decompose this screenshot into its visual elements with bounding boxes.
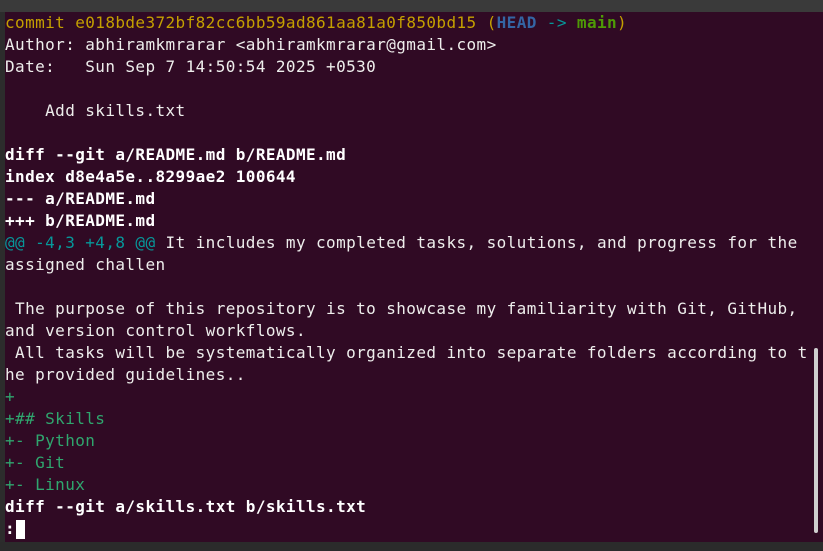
hunk-context-wrap: assigned challen — [5, 255, 166, 274]
diff-minus-file: --- a/README.md — [5, 189, 156, 208]
ref-arrow: -> — [536, 13, 577, 32]
date-line: Date: Sun Sep 7 14:50:54 2025 +0530 — [5, 57, 377, 76]
commit-ref-close: ) — [617, 13, 628, 32]
terminal-output[interactable]: commit e018bde372bf82cc6bb59ad861aa81a0f… — [5, 12, 811, 542]
added-line: +- Git — [5, 453, 66, 472]
commit-ref-open: ( — [476, 13, 497, 32]
context-line: he provided guidelines.. — [5, 365, 246, 384]
diff-plus-file: +++ b/README.md — [5, 211, 156, 230]
commit-hash: e018bde372bf82cc6bb59ad861aa81a0f850bd15 — [75, 13, 477, 32]
head-ref: HEAD — [496, 13, 537, 32]
hunk-context: It includes my completed tasks, solution… — [155, 233, 798, 252]
added-line: +- Linux — [5, 475, 86, 494]
commit-prefix: commit — [5, 13, 76, 32]
added-line: +## Skills — [5, 409, 106, 428]
scrollbar-thumb[interactable] — [814, 348, 818, 533]
context-line: All tasks will be systematically organiz… — [5, 343, 808, 362]
context-line: The purpose of this repository is to sho… — [5, 299, 798, 318]
hunk-marker: @@ -4,3 +4,8 @@ — [5, 233, 156, 252]
author-line: Author: abhiramkmrarar <abhiramkmrarar@g… — [5, 35, 497, 54]
branch-name: main — [576, 13, 618, 32]
hunk-header: @@ -4,3 +4,8 @@ It includes my completed… — [5, 232, 811, 254]
window-bottom-edge — [0, 542, 823, 551]
text-cursor — [16, 519, 26, 539]
added-line: +- Python — [5, 431, 96, 450]
window-top-edge — [0, 0, 823, 12]
added-line: + — [5, 387, 16, 406]
diff-header: diff --git a/skills.txt b/skills.txt — [5, 497, 367, 516]
pager-prompt-line[interactable]: : — [5, 518, 811, 540]
commit-line: commit e018bde372bf82cc6bb59ad861aa81a0f… — [5, 12, 811, 34]
pager-prompt: : — [5, 519, 16, 538]
context-line: and version control workflows. — [5, 321, 306, 340]
diff-header: diff --git a/README.md b/README.md — [5, 145, 347, 164]
commit-message: Add skills.txt — [5, 101, 186, 120]
diff-index: index d8e4a5e..8299ae2 100644 — [5, 167, 296, 186]
